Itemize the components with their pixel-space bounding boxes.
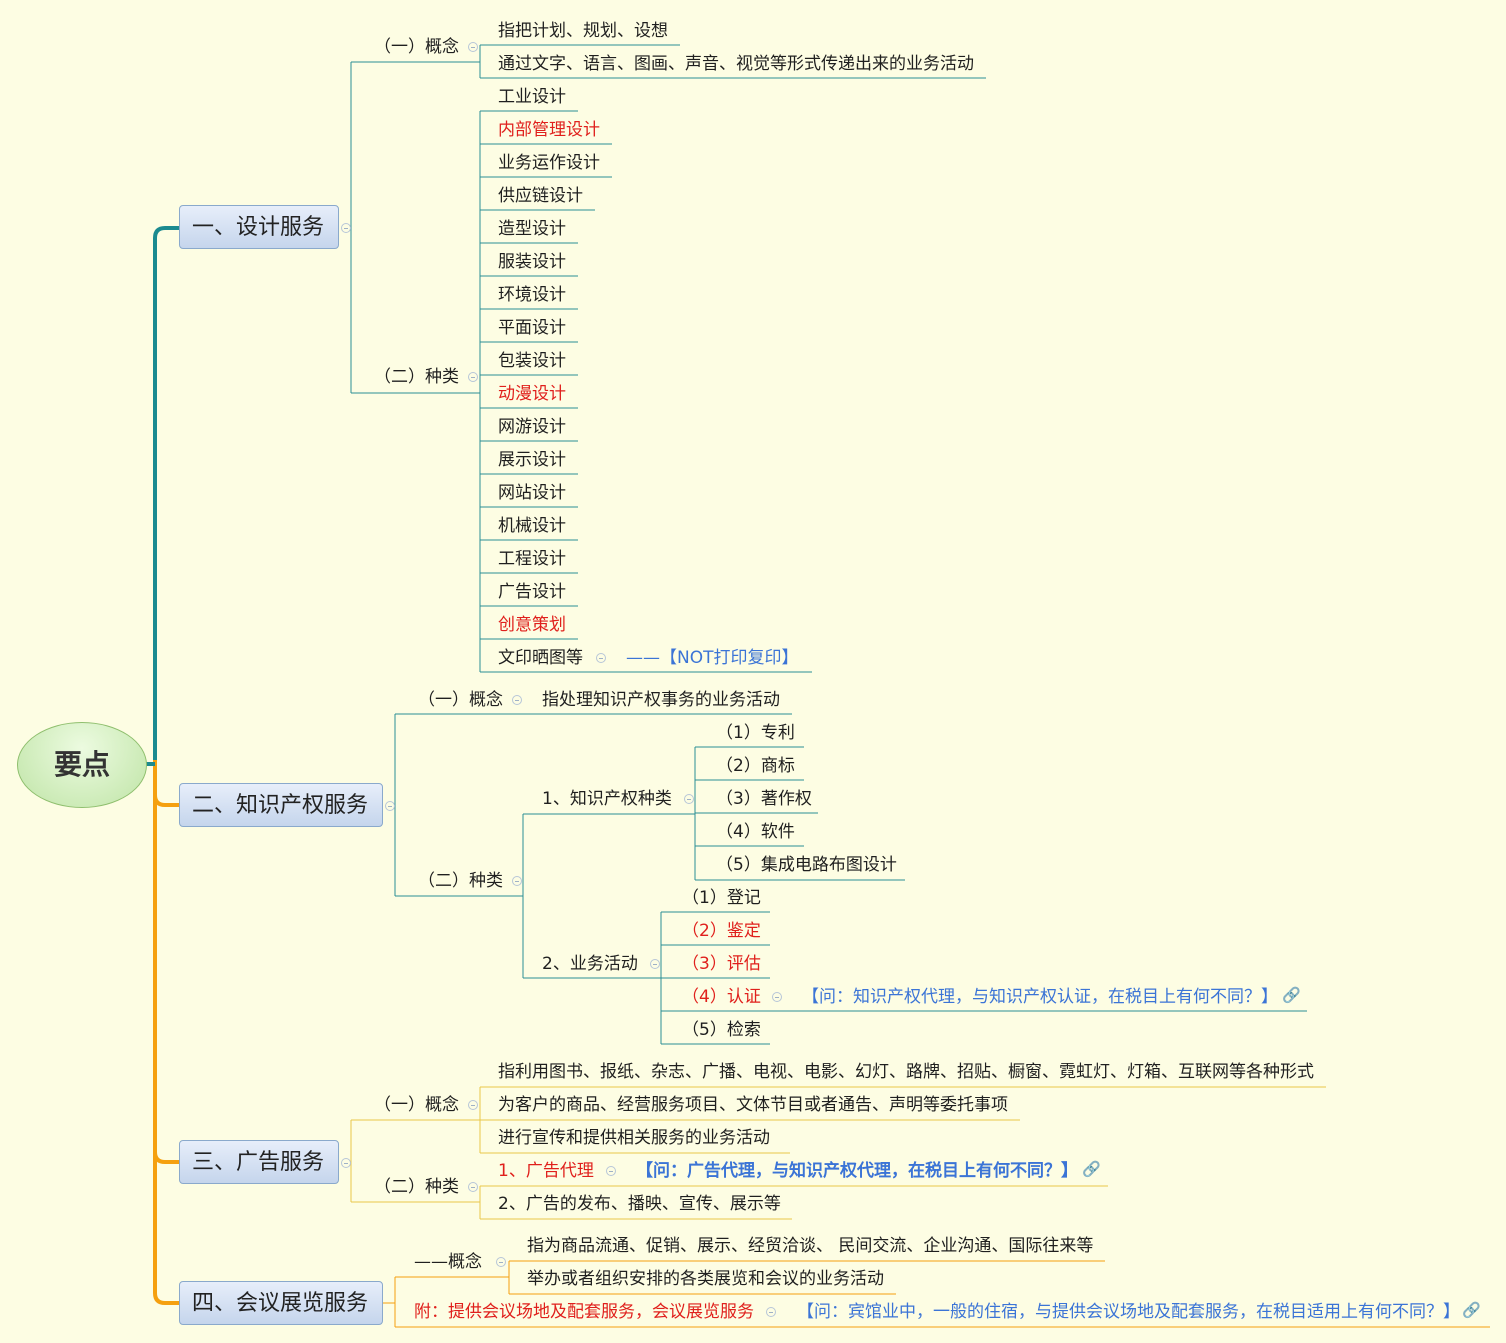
node-exhibition-services[interactable]: 四、会议展览服务	[179, 1281, 383, 1325]
s1-type-item[interactable]: 包装设计	[498, 350, 566, 372]
s2-sub1-label[interactable]: 1、知识产权种类	[542, 788, 672, 810]
s3-type-item[interactable]: 1、广告代理	[498, 1160, 594, 1182]
link-icon[interactable]: 🔗	[1082, 1160, 1101, 1178]
s1-type-item[interactable]: 动漫设计	[498, 383, 566, 405]
s1-type-item[interactable]: 广告设计	[498, 581, 566, 603]
s1-type-item[interactable]: 环境设计	[498, 284, 566, 306]
collapse-icon[interactable]	[341, 223, 351, 233]
s2-sub2-item[interactable]: （1）登记	[682, 887, 761, 909]
collapse-icon[interactable]	[596, 653, 606, 663]
s4-question[interactable]: 【问：宾馆业中，一般的住宿，与提供会议场地及配套服务，在税目适用上有何不同？】	[797, 1301, 1460, 1323]
s2-sub2-label[interactable]: 2、业务活动	[542, 953, 638, 975]
s2-sub1-item[interactable]: （2）商标	[716, 755, 795, 777]
s2-question[interactable]: 【问：知识产权代理，与知识产权认证，在税目上有何不同？】	[802, 986, 1278, 1008]
s1-type-item[interactable]: 工业设计	[498, 86, 566, 108]
s4-note[interactable]: 附：提供会议场地及配套服务，会议展览服务	[414, 1301, 754, 1323]
main-branch	[153, 226, 179, 760]
collapse-icon[interactable]	[650, 959, 660, 969]
s2-types-label[interactable]: （二）种类	[418, 870, 503, 892]
s2-sub2-item[interactable]: （4）认证	[682, 986, 761, 1008]
s3-types-label[interactable]: （二）种类	[374, 1176, 459, 1198]
s2-sub2-item[interactable]: （5）检索	[682, 1019, 761, 1041]
collapse-icon[interactable]	[772, 992, 782, 1002]
s1-concept-item[interactable]: 指把计划、规划、设想	[498, 20, 668, 42]
s3-concept-item[interactable]: 进行宣传和提供相关服务的业务活动	[498, 1127, 770, 1149]
node-ip-services[interactable]: 二、知识产权服务	[179, 783, 383, 827]
s1-type-item[interactable]: 平面设计	[498, 317, 566, 339]
s2-sub2-item[interactable]: （2）鉴定	[682, 920, 761, 942]
collapse-icon[interactable]	[468, 42, 478, 52]
s1-type-item[interactable]: 业务运作设计	[498, 152, 600, 174]
s4-concept-item[interactable]: 举办或者组织安排的各类展览和会议的业务活动	[527, 1268, 884, 1290]
collapse-icon[interactable]	[341, 1158, 351, 1168]
collapse-icon[interactable]	[468, 372, 478, 382]
s1-type-item[interactable]: 展示设计	[498, 449, 566, 471]
node-ad-services[interactable]: 三、广告服务	[179, 1140, 339, 1184]
node-design-services[interactable]: 一、设计服务	[179, 205, 339, 249]
collapse-icon[interactable]	[468, 1182, 478, 1192]
s1-type-item[interactable]: 供应链设计	[498, 185, 583, 207]
s2-sub1-item[interactable]: （4）软件	[716, 821, 795, 843]
s2-concept-item[interactable]: 指处理知识产权事务的业务活动	[542, 689, 780, 711]
s3-type-item[interactable]: 2、广告的发布、播映、宣传、展示等	[498, 1193, 781, 1215]
s2-sub1-item[interactable]: （3）著作权	[716, 788, 812, 810]
link-icon[interactable]: 🔗	[1282, 986, 1301, 1004]
main-branch	[153, 795, 179, 1164]
collapse-icon[interactable]	[606, 1166, 616, 1176]
s1-concept-label[interactable]: （一）概念	[374, 36, 459, 58]
collapse-icon[interactable]	[496, 1257, 506, 1267]
s1-type-item[interactable]: 文印晒图等	[498, 647, 583, 669]
s4-concept-label[interactable]: ——概念	[414, 1251, 482, 1273]
collapse-icon[interactable]	[385, 801, 395, 811]
s3-concept-label[interactable]: （一）概念	[374, 1094, 459, 1116]
collapse-icon[interactable]	[512, 876, 522, 886]
s1-type-item[interactable]: 机械设计	[498, 515, 566, 537]
s3-question[interactable]: 【问：广告代理，与知识产权代理，在税目上有何不同？】	[636, 1160, 1078, 1182]
s2-sub1-item[interactable]: （1）专利	[716, 722, 795, 744]
collapse-icon[interactable]	[766, 1307, 776, 1317]
s1-type-item[interactable]: 网游设计	[498, 416, 566, 438]
s3-concept-item[interactable]: 指利用图书、报纸、杂志、广播、电视、电影、幻灯、路牌、招贴、橱窗、霓虹灯、灯箱、…	[498, 1061, 1314, 1083]
s1-types-label[interactable]: （二）种类	[374, 366, 459, 388]
s3-concept-item[interactable]: 为客户的商品、经营服务项目、文体节目或者通告、声明等委托事项	[498, 1094, 1008, 1116]
root-node[interactable]: 要点	[17, 722, 147, 808]
s1-type-item[interactable]: 工程设计	[498, 548, 566, 570]
collapse-icon[interactable]	[468, 1100, 478, 1110]
link-icon[interactable]: 🔗	[1462, 1301, 1481, 1319]
s1-type-item[interactable]: 内部管理设计	[498, 119, 600, 141]
s1-type-item[interactable]: 创意策划	[498, 614, 566, 636]
s1-type-item[interactable]: 网站设计	[498, 482, 566, 504]
s1-note[interactable]: ——【NOT打印复印】	[626, 647, 798, 669]
collapse-icon[interactable]	[512, 695, 522, 705]
s2-concept-label[interactable]: （一）概念	[418, 689, 503, 711]
s1-type-item[interactable]: 服装设计	[498, 251, 566, 273]
s1-type-item[interactable]: 造型设计	[498, 218, 566, 240]
main-branch	[153, 1152, 179, 1305]
s2-sub2-item[interactable]: （3）评估	[682, 953, 761, 975]
s1-concept-item[interactable]: 通过文字、语言、图画、声音、视觉等形式传递出来的业务活动	[498, 53, 974, 75]
s4-concept-item[interactable]: 指为商品流通、促销、展示、经贸洽谈、 民间交流、企业沟通、国际往来等	[527, 1235, 1093, 1257]
main-branch	[153, 760, 179, 807]
s2-sub1-item[interactable]: （5）集成电路布图设计	[716, 854, 897, 876]
collapse-icon[interactable]	[684, 794, 694, 804]
